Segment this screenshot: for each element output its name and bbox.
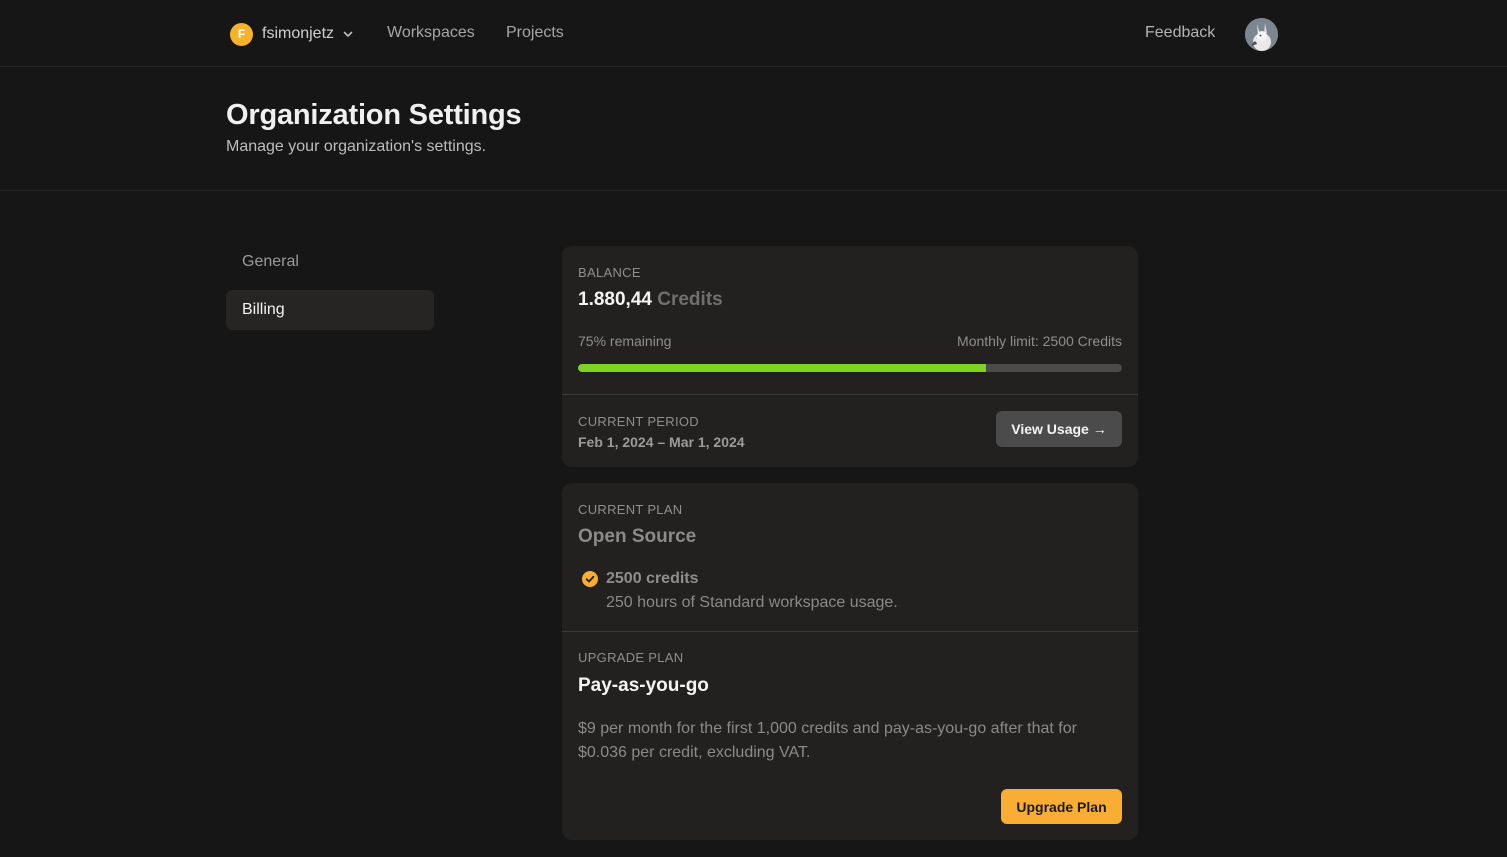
chevron-down-icon xyxy=(343,31,353,37)
avatar-image xyxy=(1245,18,1278,51)
page-header: Organization Settings Manage your organi… xyxy=(0,67,1507,191)
upgrade-plan-button[interactable]: Upgrade Plan xyxy=(1001,789,1122,824)
current-plan-name: Open Source xyxy=(578,526,697,547)
page-subtitle: Manage your organization's settings. xyxy=(226,138,487,155)
org-name: fsimonjetz xyxy=(262,25,335,42)
org-avatar: F xyxy=(230,22,253,46)
check-circle-icon xyxy=(582,571,598,587)
upgrade-plan-desc: $9 per month for the first 1,000 credits… xyxy=(578,720,1077,761)
plan-feature-desc: 250 hours of Standard workspace usage. xyxy=(606,594,898,611)
sidebar-item-general[interactable]: General xyxy=(226,242,434,282)
monthly-limit: Monthly limit: 2500 Credits xyxy=(957,333,1122,349)
plan-card: CURRENT PLAN Open Source 2500 credits 25… xyxy=(562,483,1138,840)
balance-amount: 1.880,44 Credits xyxy=(578,289,723,311)
balance-unit: Credits xyxy=(657,289,723,310)
credits-progress-fill xyxy=(578,364,986,372)
divider xyxy=(562,394,1138,395)
balance-value: 1.880,44 xyxy=(578,289,652,310)
view-usage-button[interactable]: View Usage → xyxy=(996,411,1122,447)
nav-feedback[interactable]: Feedback xyxy=(1145,24,1215,42)
balance-card: BALANCE 1.880,44 Credits 75% remaining M… xyxy=(562,246,1138,467)
org-switcher[interactable]: F fsimonjetz xyxy=(230,22,354,46)
credits-progress-bar xyxy=(578,364,1122,372)
plan-feature-title: 2500 credits xyxy=(606,570,699,587)
current-plan-label: CURRENT PLAN xyxy=(578,502,683,517)
page-title: Organization Settings xyxy=(226,99,522,131)
sidebar-item-billing[interactable]: Billing xyxy=(226,290,434,330)
nav-projects[interactable]: Projects xyxy=(506,24,564,42)
remaining-text: 75% remaining xyxy=(578,333,672,349)
top-nav: F fsimonjetz Workspaces Projects Feedbac… xyxy=(0,0,1507,67)
current-period-value: Feb 1, 2024 – Mar 1, 2024 xyxy=(578,434,745,450)
user-avatar[interactable] xyxy=(1245,18,1278,51)
nav-workspaces[interactable]: Workspaces xyxy=(387,24,475,42)
current-period-label: CURRENT PERIOD xyxy=(578,414,699,429)
divider xyxy=(562,631,1138,632)
upgrade-plan-label: UPGRADE PLAN xyxy=(578,650,684,665)
balance-label: BALANCE xyxy=(578,265,641,280)
upgrade-plan-name: Pay-as-you-go xyxy=(578,675,709,696)
